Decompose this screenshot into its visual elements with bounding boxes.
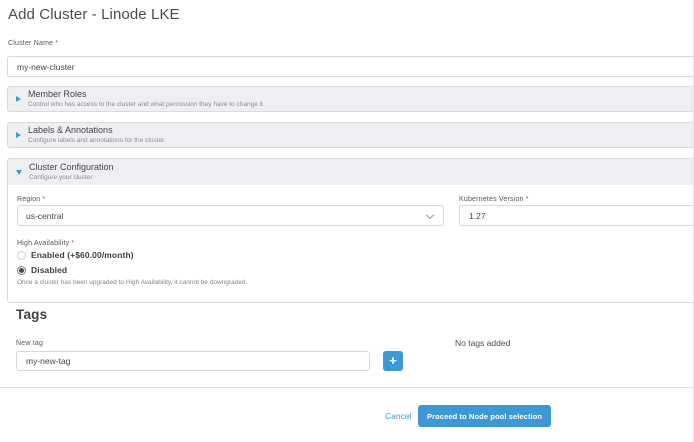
kubernetes-version-label: Kubernetes Version* — [459, 196, 529, 203]
cluster-name-label: Cluster Name* — [8, 40, 58, 47]
new-tag-input[interactable] — [16, 351, 370, 371]
accordion-labels-annotations[interactable]: Labels & Annotations Configure labels an… — [7, 122, 694, 148]
accordion-title: Labels & Annotations — [28, 125, 166, 136]
no-tags-text: No tags added — [455, 338, 510, 348]
footer-divider — [0, 387, 694, 388]
accordion-title: Member Roles — [28, 89, 265, 100]
accordion-cluster-configuration-header[interactable]: Cluster Configuration Configure your clu… — [8, 159, 694, 185]
high-availability-label: High Availability* — [17, 240, 74, 247]
chevron-down-icon — [16, 170, 22, 175]
accordion-description: Configure labels and annotations for the… — [28, 137, 166, 145]
cluster-name-input[interactable] — [7, 56, 694, 77]
region-select[interactable]: us-central — [17, 205, 444, 226]
ha-disabled-radio[interactable]: Disabled — [17, 265, 67, 275]
chevron-right-icon — [16, 96, 21, 102]
cancel-button[interactable]: Cancel — [385, 411, 411, 421]
accordion-labels-annotations-header[interactable]: Labels & Annotations Configure labels an… — [8, 123, 694, 147]
ha-note: Once a cluster has been upgraded to High… — [17, 279, 247, 286]
add-cluster-page: Add Cluster - Linode LKE Cluster Name* M… — [0, 0, 694, 442]
region-label: Region* — [17, 196, 45, 203]
chevron-down-icon — [426, 211, 434, 219]
ha-disabled-label: Disabled — [31, 265, 67, 275]
ha-enabled-radio[interactable]: Enabled (+$60.00/month) — [17, 250, 134, 260]
accordion-member-roles[interactable]: Member Roles Control who has access to t… — [7, 86, 694, 112]
required-asterisk: * — [71, 240, 74, 247]
plus-icon: + — [389, 353, 397, 368]
page-title: Add Cluster - Linode LKE — [8, 6, 180, 23]
required-asterisk: * — [42, 196, 45, 203]
accordion-cluster-configuration: Cluster Configuration Configure your clu… — [7, 158, 694, 303]
cluster-configuration-body: Region* us-central Kubernetes Version* H… — [8, 185, 694, 302]
radio-unchecked-icon[interactable] — [17, 251, 26, 260]
region-select-value: us-central — [26, 211, 63, 221]
accordion-description: Control who has access to the cluster an… — [28, 101, 265, 109]
new-tag-label: New tag — [16, 340, 43, 347]
accordion-description: Configure your cluster — [29, 174, 114, 182]
kubernetes-version-input[interactable] — [459, 205, 694, 226]
add-tag-button[interactable]: + — [383, 351, 403, 371]
required-asterisk: * — [526, 196, 529, 203]
proceed-button[interactable]: Proceed to Node pool selection — [418, 405, 551, 427]
chevron-right-icon — [16, 132, 21, 138]
ha-enabled-label: Enabled (+$60.00/month) — [31, 250, 134, 260]
tags-heading: Tags — [16, 307, 47, 322]
radio-checked-icon[interactable] — [17, 266, 26, 275]
accordion-member-roles-header[interactable]: Member Roles Control who has access to t… — [8, 87, 694, 111]
accordion-title: Cluster Configuration — [29, 162, 114, 173]
required-asterisk: * — [55, 40, 58, 47]
